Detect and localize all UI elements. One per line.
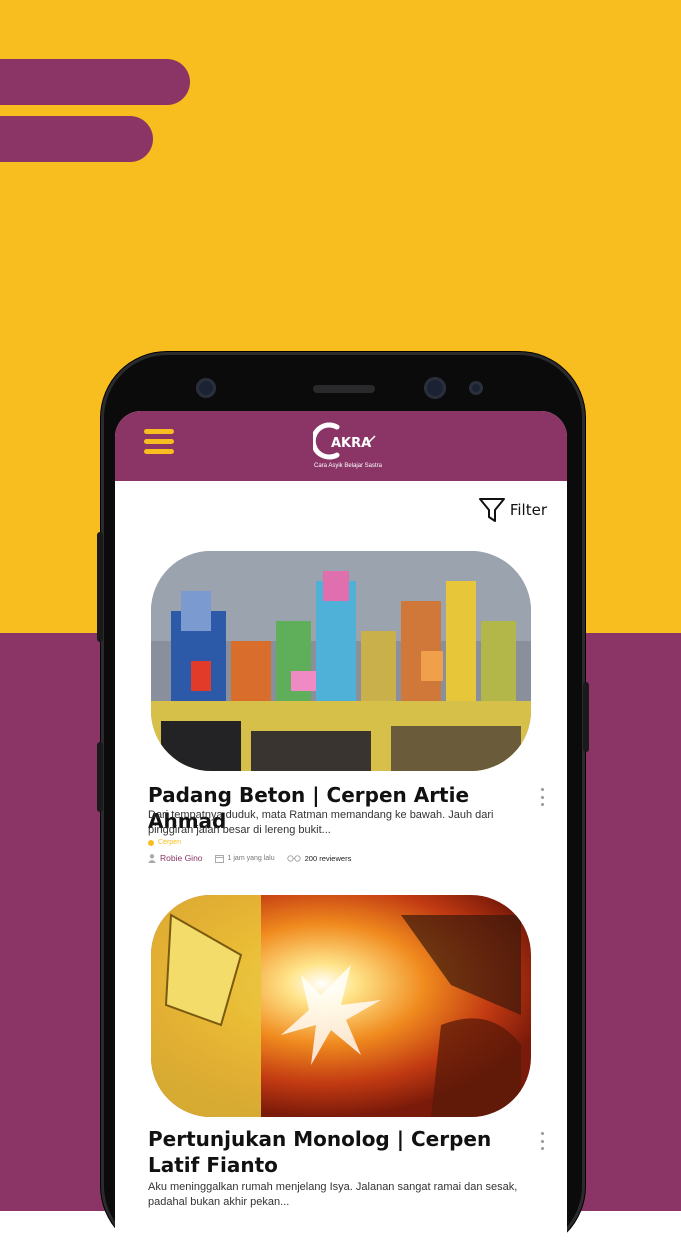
post-excerpt: Dari tempatnya duduk, mata Ratman memand… [148, 809, 494, 836]
post-image[interactable] [151, 895, 531, 1117]
cakra-logo: AKRA Cara Asyik Belajar Sastra [310, 419, 383, 475]
iris-sensor [424, 377, 446, 399]
glasses-icon [286, 854, 301, 862]
phone-frame: AKRA Cara Asyik Belajar Sastra Filter Pa… [97, 352, 589, 1256]
logo-text: AKRA [331, 436, 371, 451]
filter-button[interactable]: Filter [478, 496, 547, 524]
proximity-sensor [469, 381, 483, 395]
app-bar: AKRA Cara Asyik Belajar Sastra [115, 411, 567, 481]
monolog-artwork-image [151, 895, 531, 1117]
post-image[interactable] [151, 551, 531, 771]
city-painting-image [151, 551, 531, 771]
hamburger-menu-icon[interactable] [144, 429, 176, 459]
post-title[interactable]: Pertunjukan Monolog | Cerpen Latif Fiant… [148, 1126, 528, 1178]
user-icon [148, 853, 156, 863]
earpiece-speaker [313, 385, 375, 393]
bixby-button [97, 742, 103, 812]
calendar-icon [214, 854, 224, 863]
more-options-icon[interactable] [537, 1132, 547, 1150]
power-button [583, 682, 589, 752]
post-meta: Robie Gino 1 jam yang lalu 200 reviewers [148, 853, 351, 863]
logo-mark: AKRA [310, 422, 376, 460]
reviewers-count: 200 reviewers [304, 853, 352, 863]
post-time: 1 jam yang lalu [227, 854, 275, 862]
volume-button [97, 532, 103, 642]
post-excerpt: Aku meninggalkan rumah menjelang Isya. J… [148, 1181, 518, 1208]
author-name[interactable]: Robie Gino [160, 853, 203, 863]
more-options-icon[interactable] [537, 788, 547, 806]
category-badge[interactable]: Cerpen [148, 839, 181, 846]
front-camera [196, 378, 216, 398]
category-label: Cerpen [158, 839, 181, 846]
funnel-icon [478, 498, 505, 522]
decorative-bar-2 [0, 116, 153, 162]
logo-tagline: Cara Asyik Belajar Sastra [313, 463, 383, 469]
filter-label: Filter [509, 501, 547, 519]
app-screen: AKRA Cara Asyik Belajar Sastra Filter Pa… [115, 411, 567, 1256]
category-dot-icon [148, 839, 154, 846]
decorative-bar-1 [0, 59, 190, 105]
